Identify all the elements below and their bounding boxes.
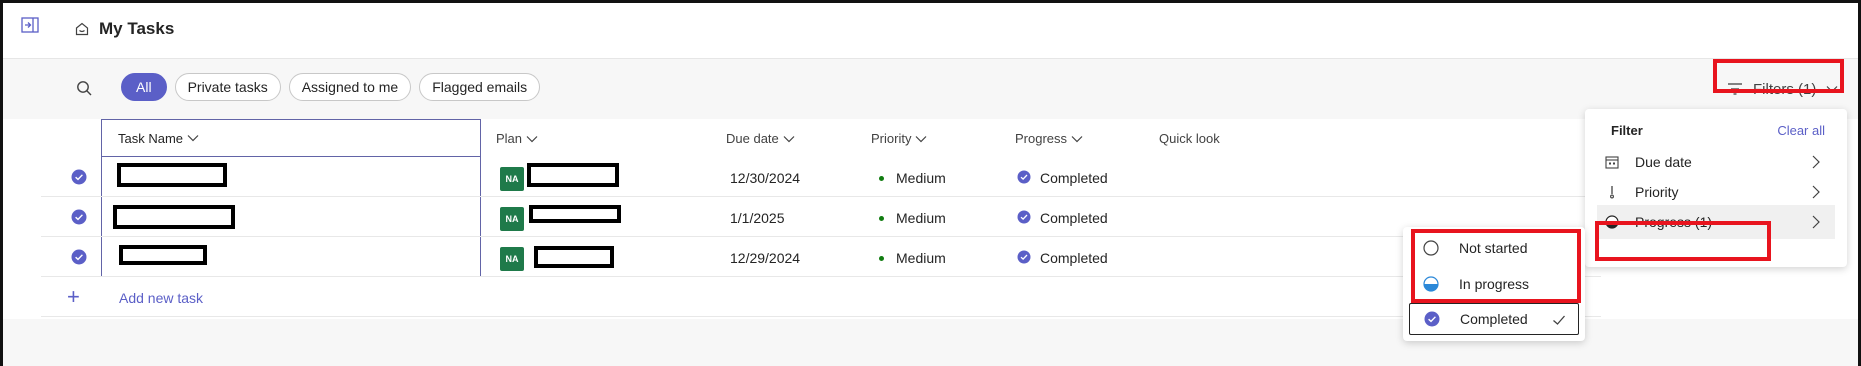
chevron-right-icon bbox=[1812, 155, 1820, 169]
priority-dot-icon bbox=[879, 256, 884, 261]
chevron-down-icon bbox=[916, 135, 927, 142]
progress: Completed bbox=[1040, 250, 1108, 266]
column-header-priority[interactable]: Priority bbox=[871, 131, 927, 146]
redacted-task-name bbox=[119, 245, 207, 265]
pill-all[interactable]: All bbox=[121, 73, 167, 101]
home-icon bbox=[75, 22, 89, 36]
column-header-quick-look: Quick look bbox=[1159, 131, 1220, 146]
table-row[interactable]: NA 12/30/2024 Medium Completed bbox=[41, 157, 1601, 197]
table-row[interactable]: NA 1/1/2025 Medium Completed bbox=[41, 197, 1601, 237]
priority-dot-icon bbox=[879, 176, 884, 181]
option-label: Not started bbox=[1459, 240, 1528, 256]
filter-item-label: Progress (1) bbox=[1635, 214, 1713, 230]
option-not-started[interactable]: Not started bbox=[1409, 231, 1579, 265]
pill-assigned-to-me[interactable]: Assigned to me bbox=[288, 73, 412, 101]
filters-button[interactable]: Filters (1) bbox=[1711, 71, 1841, 107]
completed-status-icon bbox=[1017, 210, 1031, 224]
option-completed[interactable]: Completed bbox=[1409, 303, 1579, 335]
progress: Completed bbox=[1040, 210, 1108, 226]
due-date: 12/30/2024 bbox=[730, 170, 801, 186]
completed-check-icon[interactable] bbox=[71, 249, 87, 265]
add-new-task-label[interactable]: Add new task bbox=[119, 290, 203, 306]
completed-check-icon[interactable] bbox=[71, 209, 87, 225]
completed-check-icon[interactable] bbox=[71, 169, 87, 185]
column-label: Plan bbox=[496, 131, 523, 146]
due-date: 12/29/2024 bbox=[730, 250, 801, 266]
progress: Completed bbox=[1040, 170, 1108, 186]
chevron-right-icon bbox=[1812, 185, 1820, 199]
priority: Medium bbox=[896, 250, 946, 266]
pill-private-tasks[interactable]: Private tasks bbox=[174, 73, 281, 101]
half-circle-progress-icon bbox=[1605, 215, 1619, 229]
plan-avatar: NA bbox=[500, 167, 524, 191]
plan-avatar: NA bbox=[500, 247, 524, 271]
pill-flagged-emails[interactable]: Flagged emails bbox=[419, 73, 541, 101]
column-label: Task Name bbox=[118, 130, 184, 146]
chevron-down-icon bbox=[187, 135, 199, 142]
chevron-down-icon bbox=[1826, 86, 1838, 93]
option-label: In progress bbox=[1459, 276, 1530, 292]
completed-check-icon bbox=[1424, 311, 1440, 327]
top-bar: My Tasks bbox=[3, 3, 1858, 59]
calendar-icon bbox=[1605, 156, 1619, 169]
chevron-down-icon bbox=[1071, 135, 1083, 142]
filter-item-priority[interactable]: Priority bbox=[1597, 175, 1835, 209]
filter-item-due-date[interactable]: Due date bbox=[1597, 145, 1835, 179]
checkmark-icon bbox=[1553, 315, 1565, 325]
plus-icon: + bbox=[67, 284, 80, 309]
priority-dot-icon bbox=[879, 216, 884, 221]
filter-item-progress[interactable]: Progress (1) bbox=[1597, 205, 1835, 239]
table-row[interactable]: NA 12/29/2024 Medium Completed bbox=[41, 237, 1601, 277]
filter-heading: Filter bbox=[1611, 123, 1643, 138]
filter-item-label: Priority bbox=[1635, 184, 1679, 200]
filter-icon bbox=[1728, 83, 1742, 95]
column-header-due-date[interactable]: Due date bbox=[726, 131, 795, 146]
plan-avatar: NA bbox=[500, 207, 524, 231]
filters-label: Filters (1) bbox=[1753, 80, 1817, 98]
progress-submenu: Not started In progress Completed bbox=[1403, 227, 1585, 341]
filter-pills: All Private tasks Assigned to me Flagged… bbox=[121, 73, 541, 101]
redacted-plan-name bbox=[527, 163, 619, 187]
redacted-plan-name bbox=[534, 246, 614, 268]
redacted-task-name bbox=[117, 163, 227, 187]
column-label: Progress bbox=[1015, 131, 1068, 146]
expand-panel-icon[interactable] bbox=[21, 17, 39, 33]
option-in-progress[interactable]: In progress bbox=[1409, 267, 1579, 301]
page-title-group: My Tasks bbox=[75, 19, 174, 39]
chevron-right-icon bbox=[1812, 215, 1820, 229]
option-label: Completed bbox=[1460, 311, 1528, 327]
grid-header: Task Name Plan Due date Priority Progres… bbox=[41, 119, 1601, 157]
half-filled-circle-icon bbox=[1423, 276, 1439, 292]
task-grid: Task Name Plan Due date Priority Progres… bbox=[41, 119, 1601, 319]
search-icon[interactable] bbox=[75, 79, 95, 99]
priority-icon bbox=[1610, 186, 1614, 199]
redacted-plan-name bbox=[529, 205, 621, 223]
due-date: 1/1/2025 bbox=[730, 210, 785, 226]
priority: Medium bbox=[896, 170, 946, 186]
column-label: Priority bbox=[871, 131, 912, 146]
chevron-down-icon bbox=[526, 135, 538, 142]
column-header-progress[interactable]: Progress bbox=[1015, 131, 1083, 146]
column-label: Quick look bbox=[1159, 131, 1220, 146]
toolbar: All Private tasks Assigned to me Flagged… bbox=[3, 59, 1858, 119]
redacted-task-name bbox=[113, 205, 235, 229]
filter-item-label: Due date bbox=[1635, 154, 1692, 170]
empty-circle-icon bbox=[1423, 240, 1439, 256]
page-title: My Tasks bbox=[99, 19, 175, 38]
chevron-down-icon bbox=[783, 135, 795, 142]
clear-all-link[interactable]: Clear all bbox=[1777, 123, 1825, 138]
column-label: Due date bbox=[726, 131, 779, 146]
add-new-task-row[interactable]: + Add new task bbox=[41, 277, 1601, 317]
completed-status-icon bbox=[1017, 250, 1031, 264]
completed-status-icon bbox=[1017, 170, 1031, 184]
column-header-task-name[interactable]: Task Name bbox=[101, 119, 481, 157]
priority: Medium bbox=[896, 210, 946, 226]
filter-panel: Filter Clear all Due date Priority Progr… bbox=[1585, 109, 1847, 267]
column-header-plan[interactable]: Plan bbox=[496, 131, 538, 146]
